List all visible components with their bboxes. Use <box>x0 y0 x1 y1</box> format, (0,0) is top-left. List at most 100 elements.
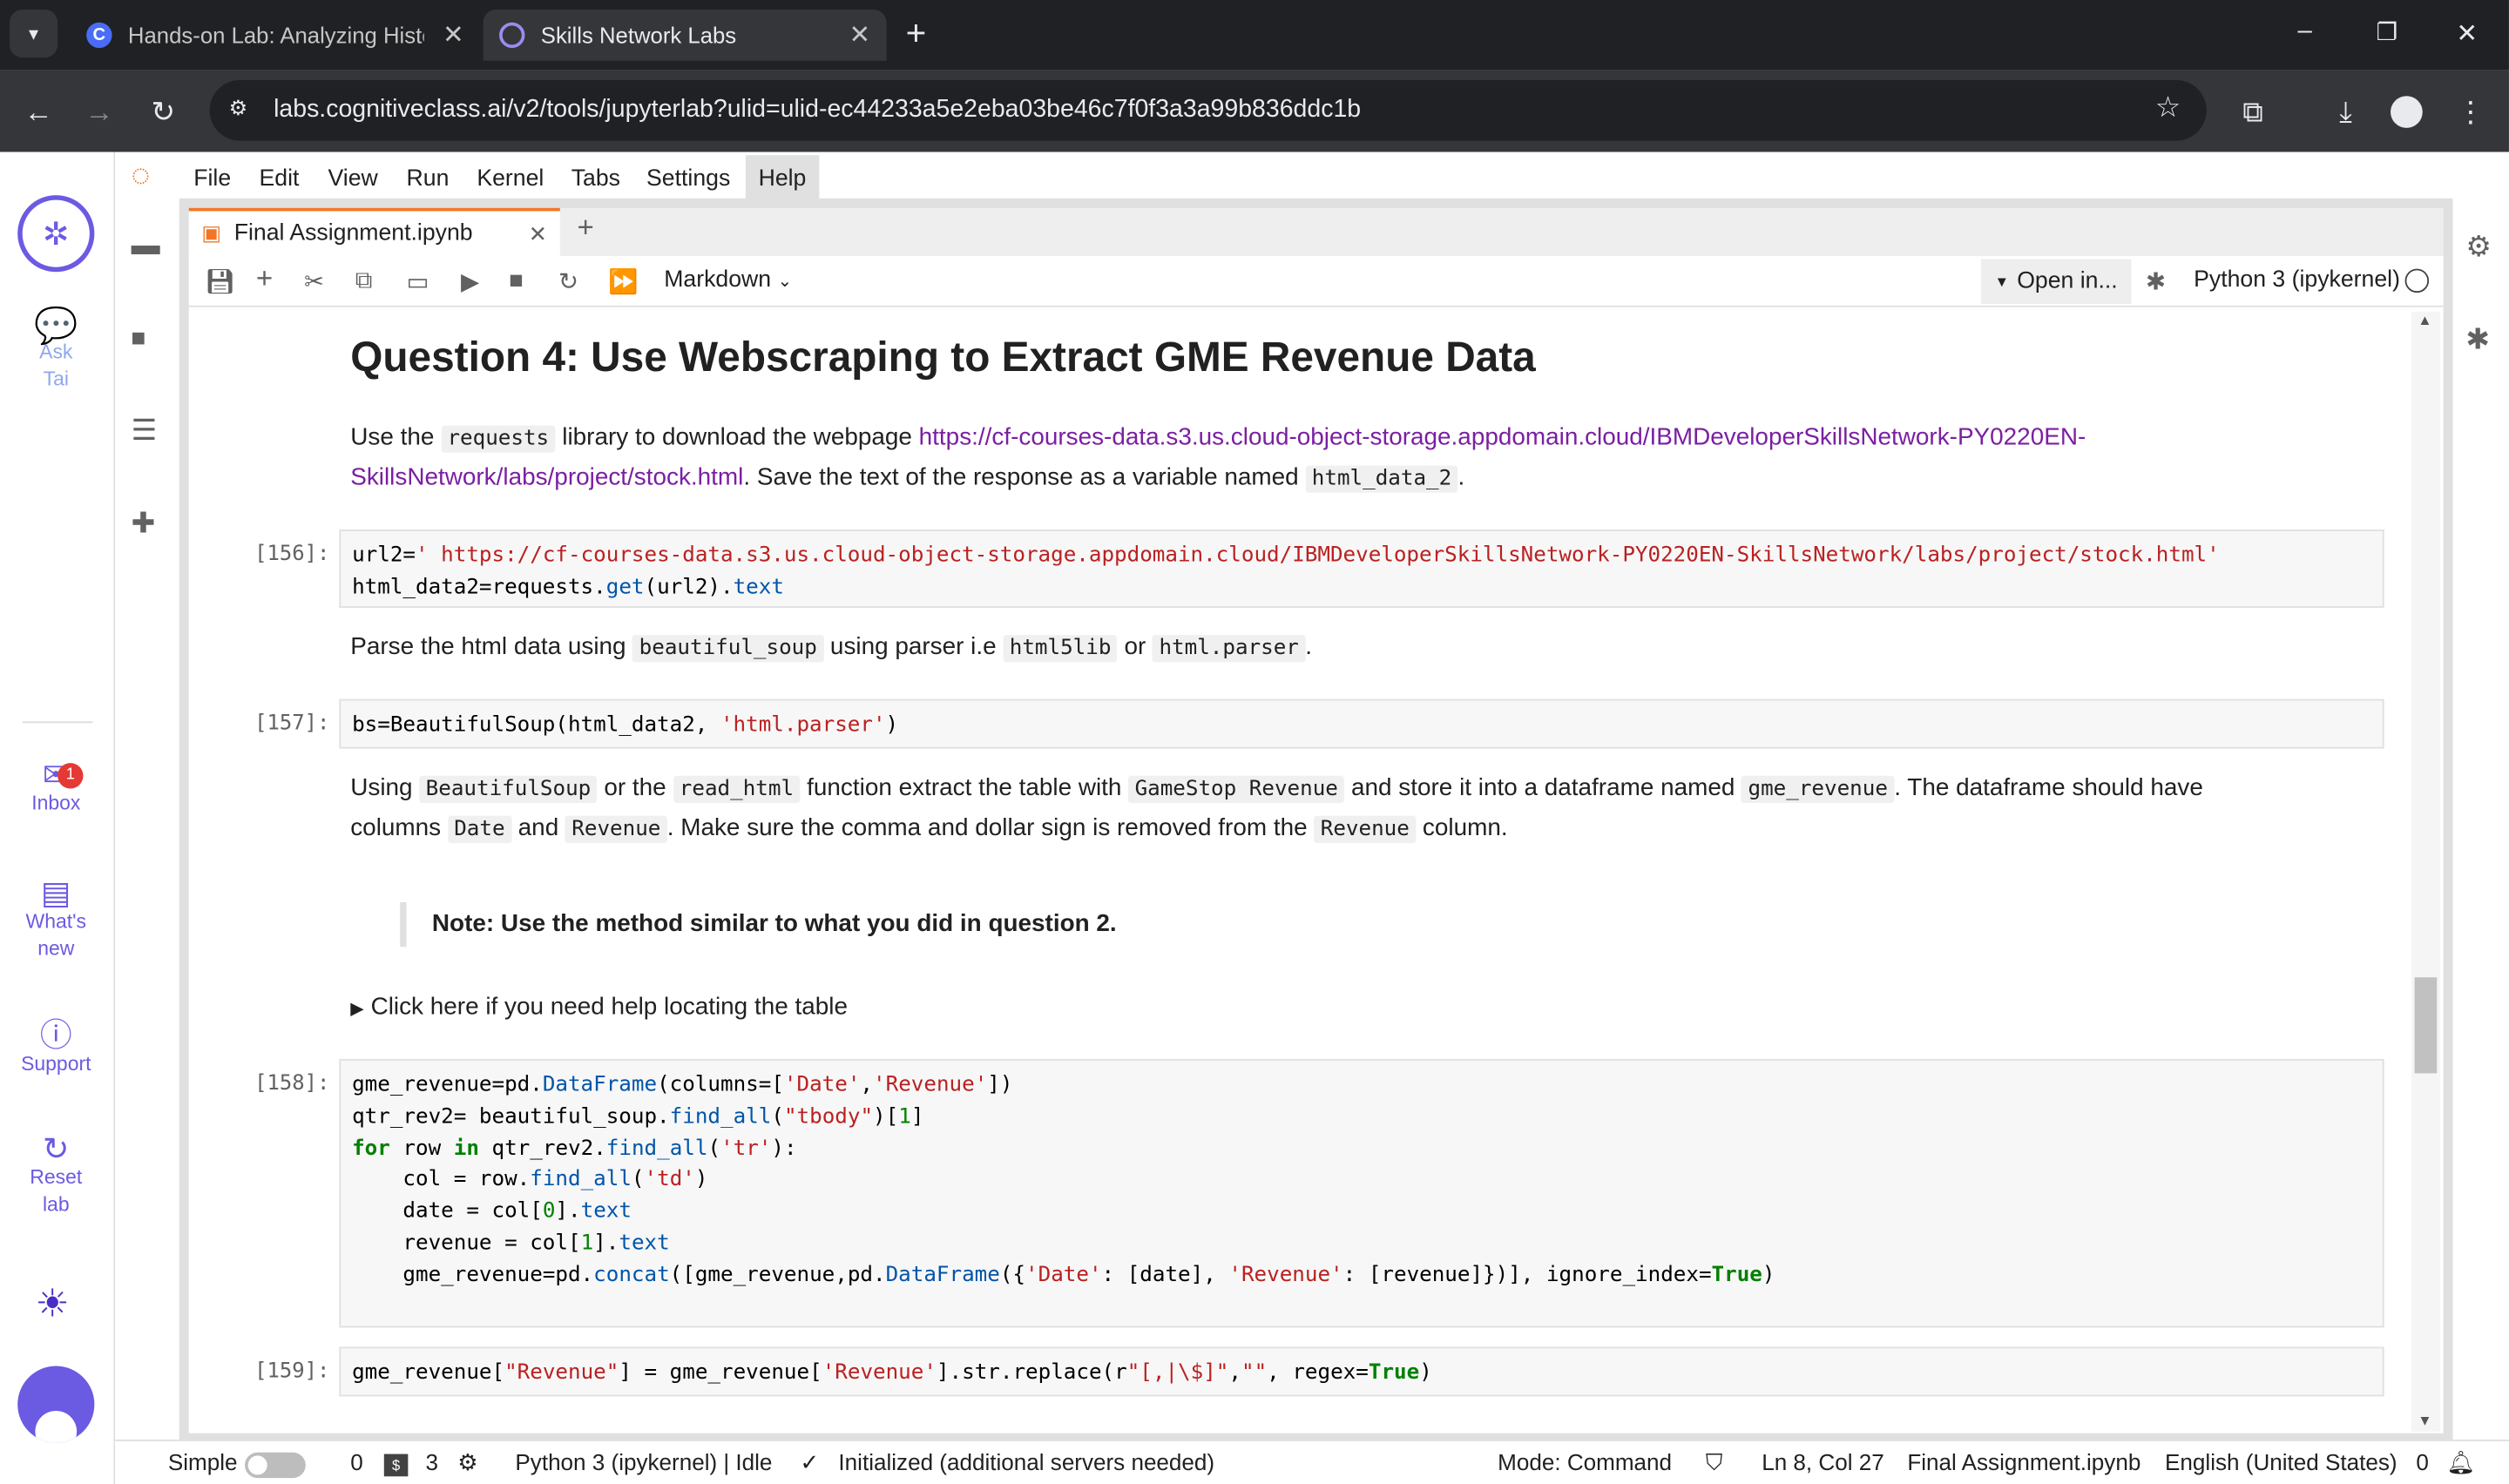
jupyter-logo-icon: ◌ <box>131 158 151 194</box>
inbox-icon: ✉ <box>42 758 70 794</box>
rail-divider <box>22 721 93 724</box>
help-circle-icon: ⓘ <box>39 1018 72 1055</box>
new-launcher-button[interactable]: + <box>566 211 605 253</box>
new-tab-button[interactable]: + <box>906 13 927 55</box>
jupyter-left-sidebar: ▬ ⏹ ☰ ✚ <box>115 203 179 1440</box>
minimize-button[interactable]: – <box>2298 17 2312 46</box>
caret-down-icon: ▼ <box>1994 273 2010 290</box>
terminal-count: 3 <box>425 1450 439 1477</box>
browser-tab-title: Skills Network Labs <box>540 22 737 49</box>
cell-type-select[interactable]: Markdown ⌄ <box>664 267 792 293</box>
url-omnibox[interactable]: ⚙ labs.cognitiveclass.ai/v2/tools/jupyte… <box>209 79 2207 141</box>
jupyter-statusbar: Simple 0 $ 3 ⚙ Python 3 (ipykernel) | Id… <box>115 1440 2509 1484</box>
menu-tabs[interactable]: Tabs <box>562 162 630 197</box>
browser-tab-strip: ▾ C Hands-on Lab: Analyzing Histor ✕ Ski… <box>0 0 2509 71</box>
copy-icon[interactable]: ⧉ <box>355 267 373 294</box>
notebook-tab[interactable]: ▣ Final Assignment.ipynb ✕ <box>188 207 560 256</box>
whats-new-button[interactable]: ▤ What's new <box>0 876 112 963</box>
scroll-up-icon[interactable]: ▲ <box>2418 312 2431 327</box>
kernel-count: 0 <box>350 1450 363 1477</box>
kernel-status-circle-icon <box>2404 268 2430 293</box>
notebook-tab-title: Final Assignment.ipynb <box>233 220 473 246</box>
debugger-icon[interactable]: ✱ <box>2146 267 2166 296</box>
cut-icon[interactable]: ✂ <box>304 267 324 296</box>
newspaper-icon: ▤ <box>40 876 71 912</box>
skills-network-logo-icon[interactable]: ✲ <box>17 195 95 273</box>
simple-mode-label: Simple <box>167 1450 238 1477</box>
property-inspector-icon[interactable]: ⚙ <box>2465 230 2492 264</box>
running-kernels-icon[interactable]: ⏹ <box>132 321 166 356</box>
notebook-file-icon: ▣ <box>201 220 222 246</box>
run-icon[interactable]: ▶ <box>461 267 479 296</box>
close-window-button[interactable]: ✕ <box>2456 17 2478 50</box>
theme-toggle-icon[interactable]: ☀ <box>35 1281 70 1327</box>
skills-network-favicon-icon <box>499 22 525 49</box>
reset-icon: ↻ <box>42 1132 70 1168</box>
support-button[interactable]: ⓘ Support <box>0 1018 112 1077</box>
ask-tai-button[interactable]: 💬 Ask Tai <box>0 305 112 394</box>
cognitiveclass-favicon-icon: C <box>86 22 112 49</box>
notebook-panel <box>188 307 2444 1433</box>
menu-edit[interactable]: Edit <box>250 162 309 197</box>
display-language[interactable]: English (United States) <box>2165 1451 2397 1476</box>
close-notebook-icon[interactable]: ✕ <box>529 220 548 247</box>
menu-view[interactable]: View <box>319 162 388 197</box>
tab-search-button[interactable]: ▾ <box>10 10 58 58</box>
trusted-shield-icon[interactable]: ⛉ <box>1706 1451 1723 1476</box>
menu-file[interactable]: File <box>184 162 240 197</box>
user-avatar[interactable] <box>17 1366 95 1443</box>
scroll-down-icon[interactable]: ▼ <box>2418 1413 2431 1428</box>
paste-icon[interactable]: ▭ <box>407 267 429 296</box>
jupyter-menubar: ◌ File Edit View Run Kernel Tabs Setting… <box>115 152 2509 204</box>
terminal-icon: $ <box>383 1454 409 1477</box>
reload-icon[interactable]: ↻ <box>141 90 186 134</box>
restart-icon[interactable]: ↻ <box>558 267 578 296</box>
insert-cell-icon[interactable]: + <box>256 262 273 296</box>
chevron-down-icon: ⌄ <box>777 272 793 292</box>
extensions-puzzle-icon[interactable]: ✚ <box>132 507 166 542</box>
folder-icon[interactable]: ▬ <box>132 229 166 264</box>
menu-kernel[interactable]: Kernel <box>467 162 553 197</box>
notebook-toolbar: 💾︎ + ✂ ⧉ ▭ ▶ ■ ↻ ⏩ Markdown ⌄ ▼ Open in..… <box>188 255 2444 307</box>
stop-icon[interactable]: ■ <box>509 267 524 294</box>
menu-settings[interactable]: Settings <box>637 162 740 197</box>
menu-run[interactable]: Run <box>397 162 459 197</box>
download-icon[interactable]: ⤓ <box>2323 90 2368 134</box>
bookmark-star-icon[interactable]: ☆ <box>2155 91 2181 125</box>
open-in-button[interactable]: ▼ Open in... <box>1980 259 2132 304</box>
debugger-bug-icon[interactable]: ✱ <box>2465 323 2490 357</box>
editor-mode: Mode: Command <box>1498 1450 1673 1477</box>
kernel-status-text[interactable]: Python 3 (ipykernel) | Idle <box>515 1451 772 1476</box>
cursor-position[interactable]: Ln 8, Col 27 <box>1762 1451 1884 1476</box>
restore-button[interactable]: ❐ <box>2376 17 2397 46</box>
user-silhouette-icon <box>35 1410 78 1443</box>
table-of-contents-icon[interactable]: ☰ <box>132 415 166 449</box>
notification-count: 0 <box>2416 1450 2429 1477</box>
close-tab-icon[interactable]: ✕ <box>443 19 464 51</box>
browser-tab-title: Hands-on Lab: Analyzing Histor <box>127 22 424 49</box>
extensions-icon[interactable]: ⧉ <box>2230 90 2275 134</box>
simple-mode-toggle[interactable] <box>245 1452 306 1479</box>
gear-icon[interactable]: ⚙ <box>457 1451 477 1476</box>
scrollbar-thumb[interactable] <box>2414 977 2438 1074</box>
chat-bubble-icon: 💬 <box>34 305 78 346</box>
save-icon[interactable]: 💾︎ <box>205 267 235 296</box>
notebook-scrollbar[interactable]: ▲ ▼ <box>2411 312 2440 1432</box>
inbox-badge: 1 <box>57 763 84 789</box>
inbox-button[interactable]: ✉ 1 Inbox <box>0 758 112 817</box>
profile-avatar-icon[interactable] <box>2391 96 2423 128</box>
fast-forward-icon[interactable]: ⏩ <box>608 267 638 296</box>
site-info-icon[interactable]: ⚙ <box>229 96 247 121</box>
reset-lab-button[interactable]: ↻ Reset lab <box>0 1132 112 1219</box>
notification-bell-icon[interactable]: 🔔︎ <box>2446 1451 2475 1476</box>
close-tab-icon[interactable]: ✕ <box>849 19 871 51</box>
kernel-name[interactable]: Python 3 (ipykernel) <box>2194 267 2400 293</box>
browser-tab-lab[interactable]: C Hands-on Lab: Analyzing Histor ✕ <box>71 10 480 61</box>
browser-tab-skills[interactable]: Skills Network Labs ✕ <box>483 10 887 61</box>
menu-help[interactable]: Help <box>745 155 820 204</box>
back-arrow-icon[interactable]: ← <box>16 90 60 134</box>
chrome-menu-icon[interactable]: ⋮ <box>2448 90 2492 134</box>
forward-arrow-icon[interactable]: → <box>77 90 121 134</box>
url-text: labs.cognitiveclass.ai/v2/tools/jupyterl… <box>274 96 1362 124</box>
lsp-status-text[interactable]: Initialized (additional servers needed) <box>838 1451 1214 1476</box>
